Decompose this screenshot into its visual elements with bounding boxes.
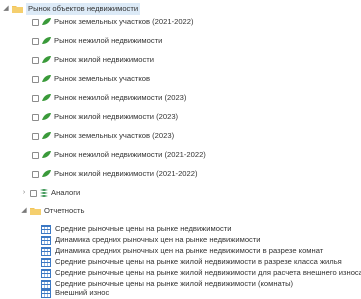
- tree-node-market-label: Рынок нежилой недвижимости: [54, 36, 163, 45]
- table-icon: [41, 235, 51, 245]
- tree-node-market-label: Рынок земельных участков (2023): [54, 131, 175, 140]
- checkbox[interactable]: [32, 18, 39, 26]
- tree-node-market[interactable]: Рынок нежилой недвижимости (2021-2022): [32, 149, 206, 161]
- checkbox[interactable]: [32, 75, 39, 83]
- chevron-down-icon[interactable]: ◢: [20, 205, 28, 217]
- tree-node-root[interactable]: ◢ Рынок объектов недвижимости: [2, 3, 141, 15]
- tree-node-reports[interactable]: ◢ Отчетность: [20, 205, 84, 217]
- tree-node-reports-label: Отчетность: [44, 206, 85, 215]
- tree-node-analogs-label: Аналоги: [51, 188, 81, 197]
- object-tree: ◢ Рынок объектов недвижимости Рынок земе…: [0, 0, 361, 298]
- tree-node-market[interactable]: Рынок земельных участков (2021-2022): [32, 16, 194, 28]
- tree-node-market[interactable]: Рынок жилой недвижимости (2023): [32, 111, 178, 123]
- table-icon: [41, 224, 51, 234]
- folder-icon: [12, 5, 23, 13]
- checkbox[interactable]: [32, 113, 39, 121]
- tree-node-market[interactable]: Рынок земельных участков (2023): [32, 130, 174, 142]
- checkbox[interactable]: [32, 151, 39, 159]
- tree-node-market[interactable]: Рынок нежилой недвижимости (2023): [32, 92, 186, 104]
- tree-node-report-label: Внешний износ: [55, 288, 110, 297]
- leaf-icon: [42, 113, 51, 121]
- tree-node-market-label: Рынок нежилой недвижимости (2023): [54, 93, 187, 102]
- table-icon: [41, 246, 51, 256]
- leaf-icon: [42, 94, 51, 102]
- table-icon: [41, 268, 51, 278]
- tree-node-market-label: Рынок земельных участков (2021-2022): [54, 17, 194, 26]
- leaf-icon: [42, 18, 51, 26]
- tree-node-market-label: Рынок нежилой недвижимости (2021-2022): [54, 150, 206, 159]
- tree-node-market[interactable]: Рынок жилой недвижимости: [32, 54, 154, 66]
- table-icon: [41, 288, 51, 298]
- checkbox[interactable]: [32, 170, 39, 178]
- tree-node-market-label: Рынок жилой недвижимости (2023): [54, 112, 179, 121]
- checkbox[interactable]: [32, 132, 39, 140]
- stack-icon: [40, 188, 48, 198]
- leaf-icon: [42, 132, 51, 140]
- tree-node-market[interactable]: Рынок земельных участков: [32, 73, 150, 85]
- tree-node-market-label: Рынок жилой недвижимости (2021-2022): [54, 169, 198, 178]
- tree-node-report[interactable]: Внешний износ: [41, 287, 109, 299]
- leaf-icon: [42, 151, 51, 159]
- checkbox[interactable]: [32, 56, 39, 64]
- leaf-icon: [42, 170, 51, 178]
- table-icon: [41, 257, 51, 267]
- chevron-right-icon[interactable]: ›: [20, 187, 28, 199]
- leaf-icon: [42, 56, 51, 64]
- tree-node-market[interactable]: Рынок жилой недвижимости (2021-2022): [32, 168, 198, 180]
- chevron-down-icon[interactable]: ◢: [2, 3, 10, 15]
- tree-node-analogs[interactable]: › Аналоги: [20, 187, 80, 199]
- checkbox[interactable]: [32, 37, 39, 45]
- folder-icon: [30, 207, 41, 215]
- checkbox[interactable]: [30, 189, 37, 197]
- leaf-icon: [42, 37, 51, 45]
- tree-node-market[interactable]: Рынок нежилой недвижимости: [32, 35, 162, 47]
- tree-node-root-label: Рынок объектов недвижимости: [26, 3, 141, 15]
- tree-node-market-label: Рынок жилой недвижимости: [54, 55, 155, 64]
- leaf-icon: [42, 75, 51, 83]
- checkbox[interactable]: [32, 94, 39, 102]
- tree-node-market-label: Рынок земельных участков: [54, 74, 151, 83]
